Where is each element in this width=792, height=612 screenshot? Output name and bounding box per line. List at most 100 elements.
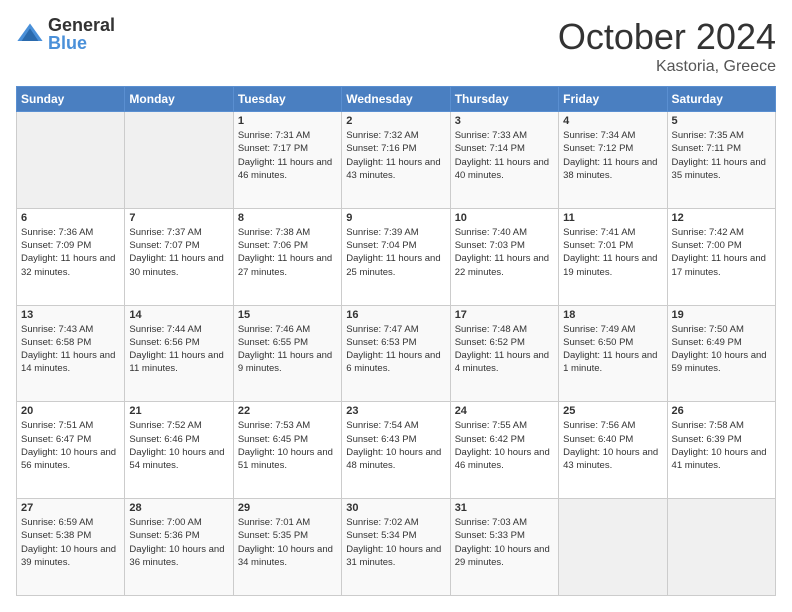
day-info: Sunrise: 7:52 AMSunset: 6:46 PMDaylight:… [129, 419, 228, 472]
day-info: Sunrise: 7:54 AMSunset: 6:43 PMDaylight:… [346, 419, 445, 472]
logo-blue: Blue [48, 34, 115, 52]
weekday-header-saturday: Saturday [667, 87, 775, 112]
day-info: Sunrise: 7:42 AMSunset: 7:00 PMDaylight:… [672, 226, 771, 279]
calendar-cell: 27 Sunrise: 6:59 AMSunset: 5:38 PMDayligh… [17, 499, 125, 596]
calendar-cell: 28 Sunrise: 7:00 AMSunset: 5:36 PMDayligh… [125, 499, 233, 596]
calendar-cell: 29 Sunrise: 7:01 AMSunset: 5:35 PMDayligh… [233, 499, 341, 596]
day-number: 31 [455, 502, 554, 514]
calendar-cell: 18 Sunrise: 7:49 AMSunset: 6:50 PMDayligh… [559, 305, 667, 402]
day-info: Sunrise: 7:32 AMSunset: 7:16 PMDaylight:… [346, 129, 445, 182]
week-row-4: 20 Sunrise: 7:51 AMSunset: 6:47 PMDayligh… [17, 402, 776, 499]
day-number: 20 [21, 405, 120, 417]
calendar-cell: 3 Sunrise: 7:33 AMSunset: 7:14 PMDaylight… [450, 112, 558, 209]
calendar-cell: 23Sunrise: 7:54 AMSunset: 6:43 PMDayligh… [342, 402, 450, 499]
location-subtitle: Kastoria, Greece [558, 58, 776, 76]
day-number: 14 [129, 309, 228, 321]
calendar-cell: 21 Sunrise: 7:52 AMSunset: 6:46 PMDayligh… [125, 402, 233, 499]
day-info: Sunrise: 7:53 AMSunset: 6:45 PMDaylight:… [238, 419, 337, 472]
day-number: 6 [21, 212, 120, 224]
calendar-body: 1 Sunrise: 7:31 AMSunset: 7:17 PMDaylight… [17, 112, 776, 596]
logo: General Blue [16, 16, 115, 52]
day-number: 26 [672, 405, 771, 417]
calendar-cell: 13 Sunrise: 7:43 AMSunset: 6:58 PMDayligh… [17, 305, 125, 402]
day-info: Sunrise: 7:01 AMSunset: 5:35 PMDaylight:… [238, 516, 337, 569]
calendar-header: SundayMondayTuesdayWednesdayThursdayFrid… [17, 87, 776, 112]
day-number: 15 [238, 309, 337, 321]
day-info: Sunrise: 7:34 AMSunset: 7:12 PMDaylight:… [563, 129, 662, 182]
day-info: Sunrise: 7:44 AMSunset: 6:56 PMDaylight:… [129, 323, 228, 376]
day-number: 9 [346, 212, 445, 224]
weekday-header-monday: Monday [125, 87, 233, 112]
day-info: Sunrise: 7:36 AMSunset: 7:09 PMDaylight:… [21, 226, 120, 279]
day-info: Sunrise: 7:55 AMSunset: 6:42 PMDaylight:… [455, 419, 554, 472]
day-info: Sunrise: 7:41 AMSunset: 7:01 PMDaylight:… [563, 226, 662, 279]
calendar-cell: 5Sunrise: 7:35 AMSunset: 7:11 PMDaylight… [667, 112, 775, 209]
day-info: Sunrise: 7:02 AMSunset: 5:34 PMDaylight:… [346, 516, 445, 569]
calendar-cell: 10Sunrise: 7:40 AMSunset: 7:03 PMDayligh… [450, 208, 558, 305]
day-info: Sunrise: 7:38 AMSunset: 7:06 PMDaylight:… [238, 226, 337, 279]
day-info: Sunrise: 7:03 AMSunset: 5:33 PMDaylight:… [455, 516, 554, 569]
calendar-cell: 12Sunrise: 7:42 AMSunset: 7:00 PMDayligh… [667, 208, 775, 305]
day-info: Sunrise: 7:31 AMSunset: 7:17 PMDaylight:… [238, 129, 337, 182]
calendar-cell: 1 Sunrise: 7:31 AMSunset: 7:17 PMDaylight… [233, 112, 341, 209]
day-number: 17 [455, 309, 554, 321]
day-info: Sunrise: 6:59 AMSunset: 5:38 PMDaylight:… [21, 516, 120, 569]
day-number: 3 [455, 115, 554, 127]
day-number: 8 [238, 212, 337, 224]
day-info: Sunrise: 7:00 AMSunset: 5:36 PMDaylight:… [129, 516, 228, 569]
calendar-cell: 26 Sunrise: 7:58 AMSunset: 6:39 PMDayligh… [667, 402, 775, 499]
calendar-cell [125, 112, 233, 209]
day-number: 18 [563, 309, 662, 321]
weekday-header-wednesday: Wednesday [342, 87, 450, 112]
calendar: SundayMondayTuesdayWednesdayThursdayFrid… [16, 86, 776, 596]
day-number: 25 [563, 405, 662, 417]
calendar-cell: 9Sunrise: 7:39 AMSunset: 7:04 PMDaylight… [342, 208, 450, 305]
calendar-cell: 6 Sunrise: 7:36 AMSunset: 7:09 PMDaylight… [17, 208, 125, 305]
calendar-cell: 15 Sunrise: 7:46 AMSunset: 6:55 PMDayligh… [233, 305, 341, 402]
calendar-cell: 22 Sunrise: 7:53 AMSunset: 6:45 PMDayligh… [233, 402, 341, 499]
week-row-3: 13 Sunrise: 7:43 AMSunset: 6:58 PMDayligh… [17, 305, 776, 402]
day-number: 2 [346, 115, 445, 127]
day-number: 4 [563, 115, 662, 127]
day-info: Sunrise: 7:56 AMSunset: 6:40 PMDaylight:… [563, 419, 662, 472]
day-info: Sunrise: 7:43 AMSunset: 6:58 PMDaylight:… [21, 323, 120, 376]
calendar-cell [559, 499, 667, 596]
logo-text: General Blue [48, 16, 115, 52]
day-info: Sunrise: 7:50 AMSunset: 6:49 PMDaylight:… [672, 323, 771, 376]
calendar-cell: 24 Sunrise: 7:55 AMSunset: 6:42 PMDayligh… [450, 402, 558, 499]
week-row-2: 6 Sunrise: 7:36 AMSunset: 7:09 PMDaylight… [17, 208, 776, 305]
calendar-cell: 20 Sunrise: 7:51 AMSunset: 6:47 PMDayligh… [17, 402, 125, 499]
calendar-cell [17, 112, 125, 209]
day-number: 28 [129, 502, 228, 514]
calendar-cell: 17Sunrise: 7:48 AMSunset: 6:52 PMDayligh… [450, 305, 558, 402]
weekday-header-sunday: Sunday [17, 87, 125, 112]
day-info: Sunrise: 7:51 AMSunset: 6:47 PMDaylight:… [21, 419, 120, 472]
calendar-cell: 30Sunrise: 7:02 AMSunset: 5:34 PMDayligh… [342, 499, 450, 596]
calendar-cell [667, 499, 775, 596]
calendar-cell: 4 Sunrise: 7:34 AMSunset: 7:12 PMDaylight… [559, 112, 667, 209]
day-info: Sunrise: 7:49 AMSunset: 6:50 PMDaylight:… [563, 323, 662, 376]
logo-general: General [48, 16, 115, 34]
page: General Blue October 2024 Kastoria, Gree… [0, 0, 792, 612]
day-number: 24 [455, 405, 554, 417]
day-number: 29 [238, 502, 337, 514]
day-number: 22 [238, 405, 337, 417]
day-info: Sunrise: 7:33 AMSunset: 7:14 PMDaylight:… [455, 129, 554, 182]
day-number: 19 [672, 309, 771, 321]
day-info: Sunrise: 7:37 AMSunset: 7:07 PMDaylight:… [129, 226, 228, 279]
day-number: 11 [563, 212, 662, 224]
calendar-cell: 31 Sunrise: 7:03 AMSunset: 5:33 PMDayligh… [450, 499, 558, 596]
day-number: 10 [455, 212, 554, 224]
month-title: October 2024 [558, 16, 776, 58]
day-number: 1 [238, 115, 337, 127]
day-info: Sunrise: 7:46 AMSunset: 6:55 PMDaylight:… [238, 323, 337, 376]
weekday-header-thursday: Thursday [450, 87, 558, 112]
calendar-cell: 14 Sunrise: 7:44 AMSunset: 6:56 PMDayligh… [125, 305, 233, 402]
day-number: 21 [129, 405, 228, 417]
day-number: 27 [21, 502, 120, 514]
day-number: 13 [21, 309, 120, 321]
calendar-cell: 16Sunrise: 7:47 AMSunset: 6:53 PMDayligh… [342, 305, 450, 402]
day-info: Sunrise: 7:58 AMSunset: 6:39 PMDaylight:… [672, 419, 771, 472]
title-area: October 2024 Kastoria, Greece [558, 16, 776, 76]
calendar-cell: 19 Sunrise: 7:50 AMSunset: 6:49 PMDayligh… [667, 305, 775, 402]
